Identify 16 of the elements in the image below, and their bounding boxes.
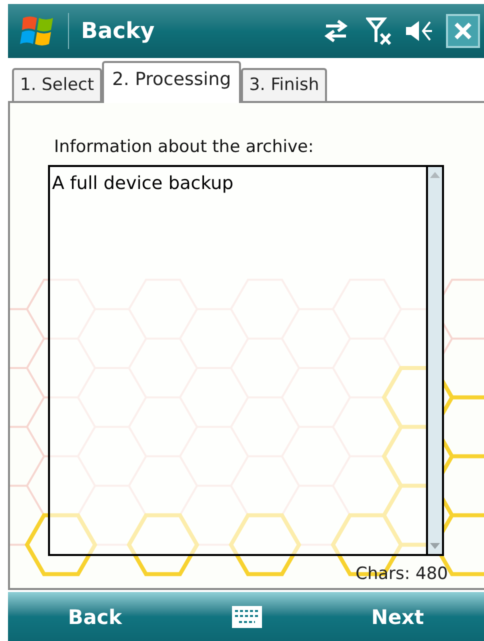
tab[interactable]: 3. Finish	[241, 68, 328, 101]
window-title: Backy	[81, 18, 155, 46]
sync-arrows-icon	[322, 19, 350, 43]
tab[interactable]: 2. Processing	[102, 61, 242, 103]
tab[interactable]: 1. Select	[12, 68, 102, 101]
next-softkey[interactable]: Next	[371, 602, 424, 632]
keyboard-icon[interactable]	[230, 604, 263, 628]
close-button[interactable]	[446, 14, 480, 48]
speaker-icon	[404, 18, 434, 44]
scroll-down-icon[interactable]	[429, 542, 441, 550]
no-signal-icon	[366, 16, 392, 46]
scrollbar[interactable]	[426, 164, 444, 556]
field-label: Information about the archive:	[53, 136, 315, 159]
archive-info-field[interactable]: A full device backup	[48, 164, 426, 556]
close-icon	[453, 21, 473, 41]
back-softkey[interactable]: Back	[68, 602, 122, 632]
